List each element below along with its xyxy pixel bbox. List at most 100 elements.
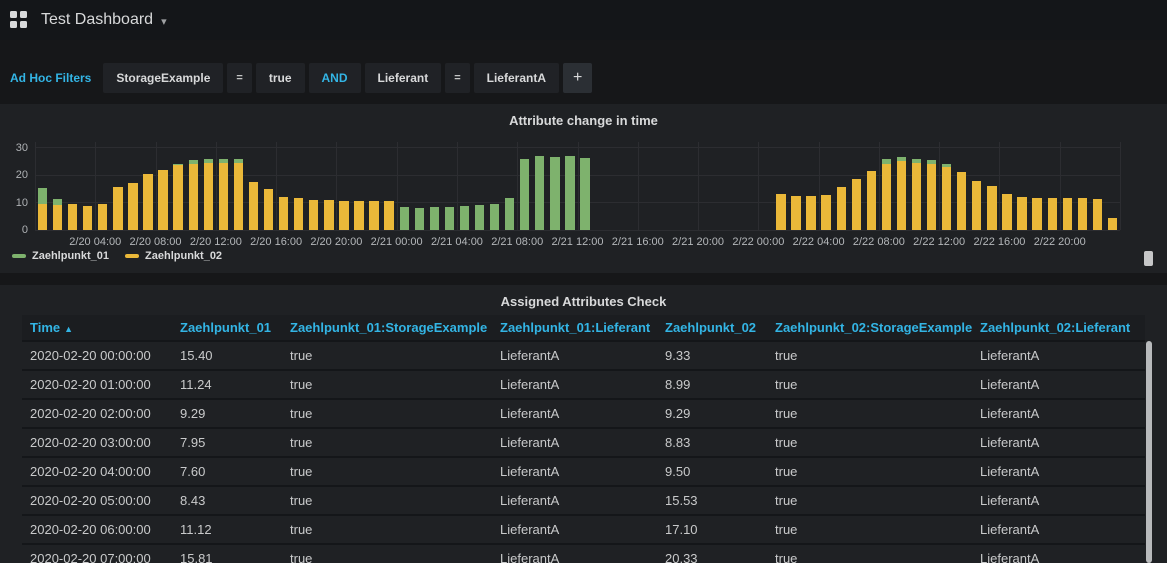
- chart-bar-Zaehlpunkt_02: [1108, 218, 1117, 230]
- table-header-cell[interactable]: Zaehlpunkt_02:Lieferant: [972, 315, 1145, 341]
- table-row: 2020-02-20 05:00:008.43trueLieferantA15.…: [22, 486, 1145, 515]
- chart-bar-Zaehlpunkt_01: [400, 207, 409, 230]
- x-axis-tick-label: 2/21 16:00: [612, 236, 664, 248]
- chart-bar-Zaehlpunkt_02: [1032, 198, 1041, 230]
- chart-bar-Zaehlpunkt_02: [279, 197, 288, 230]
- v-gridline: [1120, 142, 1121, 230]
- filter-operator[interactable]: =: [445, 63, 469, 93]
- table-cell: LieferantA: [972, 370, 1145, 399]
- v-gridline: [517, 142, 518, 230]
- legend-item-Zaehlpunkt_01[interactable]: Zaehlpunkt_01: [12, 250, 109, 262]
- apps-menu-icon[interactable]: [10, 11, 28, 29]
- chart-panel-title[interactable]: Attribute change in time: [0, 104, 1167, 128]
- table-header-cell[interactable]: Zaehlpunkt_01:StorageExample: [282, 315, 492, 341]
- table-cell: LieferantA: [492, 486, 657, 515]
- x-axis-tick-label: 2/22 16:00: [973, 236, 1025, 248]
- x-axis-tick-label: 2/22 00:00: [732, 236, 784, 248]
- chart-bar-Zaehlpunkt_02: [173, 165, 182, 230]
- table-cell: 9.50: [657, 457, 767, 486]
- filter-key[interactable]: Lieferant: [365, 63, 442, 93]
- v-gridline: [336, 142, 337, 230]
- table-header-cell[interactable]: Zaehlpunkt_02:StorageExample: [767, 315, 972, 341]
- x-axis-tick-label: 2/22 08:00: [853, 236, 905, 248]
- chart-bar-Zaehlpunkt_02: [852, 179, 861, 230]
- filter-condition-operator[interactable]: AND: [309, 63, 361, 93]
- chart-bar-Zaehlpunkt_02: [309, 200, 318, 230]
- dashboard-title-text: Test Dashboard: [41, 11, 153, 29]
- table-cell: true: [282, 515, 492, 544]
- filter-value[interactable]: LieferantA: [474, 63, 559, 93]
- table-cell: 2020-02-20 05:00:00: [22, 486, 172, 515]
- attributes-table: Time▲Zaehlpunkt_01Zaehlpunkt_01:StorageE…: [22, 315, 1145, 563]
- table-cell: 20.33: [657, 544, 767, 563]
- table-row: 2020-02-20 03:00:007.95trueLieferantA8.8…: [22, 428, 1145, 457]
- table-header-cell[interactable]: Zaehlpunkt_01: [172, 315, 282, 341]
- table-header-cell[interactable]: Zaehlpunkt_02: [657, 315, 767, 341]
- y-axis-tick-label: 20: [0, 169, 28, 181]
- table-cell: 9.33: [657, 341, 767, 370]
- table-cell: 7.95: [172, 428, 282, 457]
- chart-bar-Zaehlpunkt_02: [912, 163, 921, 230]
- table-cell: 8.83: [657, 428, 767, 457]
- chart-bar-Zaehlpunkt_02: [957, 172, 966, 230]
- chart-bar-Zaehlpunkt_02: [806, 196, 815, 230]
- y-axis-tick-label: 30: [0, 142, 28, 154]
- table-cell: LieferantA: [972, 544, 1145, 563]
- chart-bar-Zaehlpunkt_02: [927, 164, 936, 230]
- table-cell: LieferantA: [972, 428, 1145, 457]
- top-bar: Test Dashboard ▾: [0, 0, 1167, 40]
- v-gridline: [397, 142, 398, 230]
- filter-operator[interactable]: =: [227, 63, 251, 93]
- chart-scrollbar-thumb[interactable]: [1144, 251, 1153, 266]
- table-scrollbar-thumb[interactable]: [1146, 341, 1152, 563]
- filter-key[interactable]: StorageExample: [103, 63, 223, 93]
- chart-bar-Zaehlpunkt_02: [987, 186, 996, 230]
- table-cell: 15.40: [172, 341, 282, 370]
- table-cell: true: [282, 486, 492, 515]
- legend-series-swatch: [125, 254, 139, 258]
- dashboard-root: Test Dashboard ▾ Ad Hoc Filters StorageE…: [0, 0, 1167, 563]
- x-axis-tick-label: 2/21 00:00: [371, 236, 423, 248]
- chart-bar-Zaehlpunkt_01: [460, 206, 469, 230]
- y-axis-tick-label: 0: [0, 224, 28, 236]
- table-row: 2020-02-20 07:00:0015.81trueLieferantA20…: [22, 544, 1145, 563]
- table-header-cell[interactable]: Zaehlpunkt_01:Lieferant: [492, 315, 657, 341]
- filter-items: StorageExample=trueANDLieferant=Lieferan…: [103, 63, 592, 93]
- table-cell: 2020-02-20 03:00:00: [22, 428, 172, 457]
- table-cell: LieferantA: [492, 341, 657, 370]
- table-cell: true: [767, 486, 972, 515]
- x-axis-tick-label: 2/21 12:00: [552, 236, 604, 248]
- chart-bar-Zaehlpunkt_01: [580, 158, 589, 230]
- table-cell: LieferantA: [492, 428, 657, 457]
- table-panel-title[interactable]: Assigned Attributes Check: [0, 285, 1167, 309]
- table-cell: true: [767, 457, 972, 486]
- chart-bar-Zaehlpunkt_01: [520, 159, 529, 231]
- filter-value[interactable]: true: [256, 63, 305, 93]
- chart-bar-Zaehlpunkt_02: [1093, 199, 1102, 230]
- v-gridline: [638, 142, 639, 230]
- y-axis-tick-label: 10: [0, 197, 28, 209]
- x-axis-tick-label: 2/21 20:00: [672, 236, 724, 248]
- dashboard-title[interactable]: Test Dashboard ▾: [41, 11, 167, 29]
- chart-bar-Zaehlpunkt_02: [189, 164, 198, 230]
- table-row: 2020-02-20 04:00:007.60trueLieferantA9.5…: [22, 457, 1145, 486]
- chart-bar-Zaehlpunkt_01: [475, 205, 484, 230]
- apps-menu-icon-square: [20, 11, 27, 18]
- table-cell: 11.24: [172, 370, 282, 399]
- table-cell: LieferantA: [972, 515, 1145, 544]
- chart-bar-Zaehlpunkt_02: [972, 181, 981, 231]
- chart-bar-Zaehlpunkt_02: [821, 195, 830, 230]
- table-cell: true: [767, 341, 972, 370]
- chart-bar-Zaehlpunkt_01: [490, 204, 499, 230]
- chart-bar-Zaehlpunkt_01: [445, 207, 454, 230]
- table-cell: 2020-02-20 00:00:00: [22, 341, 172, 370]
- add-filter-button[interactable]: +: [563, 63, 592, 93]
- table-cell: LieferantA: [492, 399, 657, 428]
- chart-bar-Zaehlpunkt_01: [505, 198, 514, 230]
- table-cell: 8.99: [657, 370, 767, 399]
- chart-bar-Zaehlpunkt_02: [68, 204, 77, 230]
- legend-item-Zaehlpunkt_02[interactable]: Zaehlpunkt_02: [125, 250, 222, 262]
- table-header-cell[interactable]: Time▲: [22, 315, 172, 341]
- v-gridline: [999, 142, 1000, 230]
- adhoc-filter-bar: Ad Hoc Filters StorageExample=trueANDLie…: [10, 62, 1167, 94]
